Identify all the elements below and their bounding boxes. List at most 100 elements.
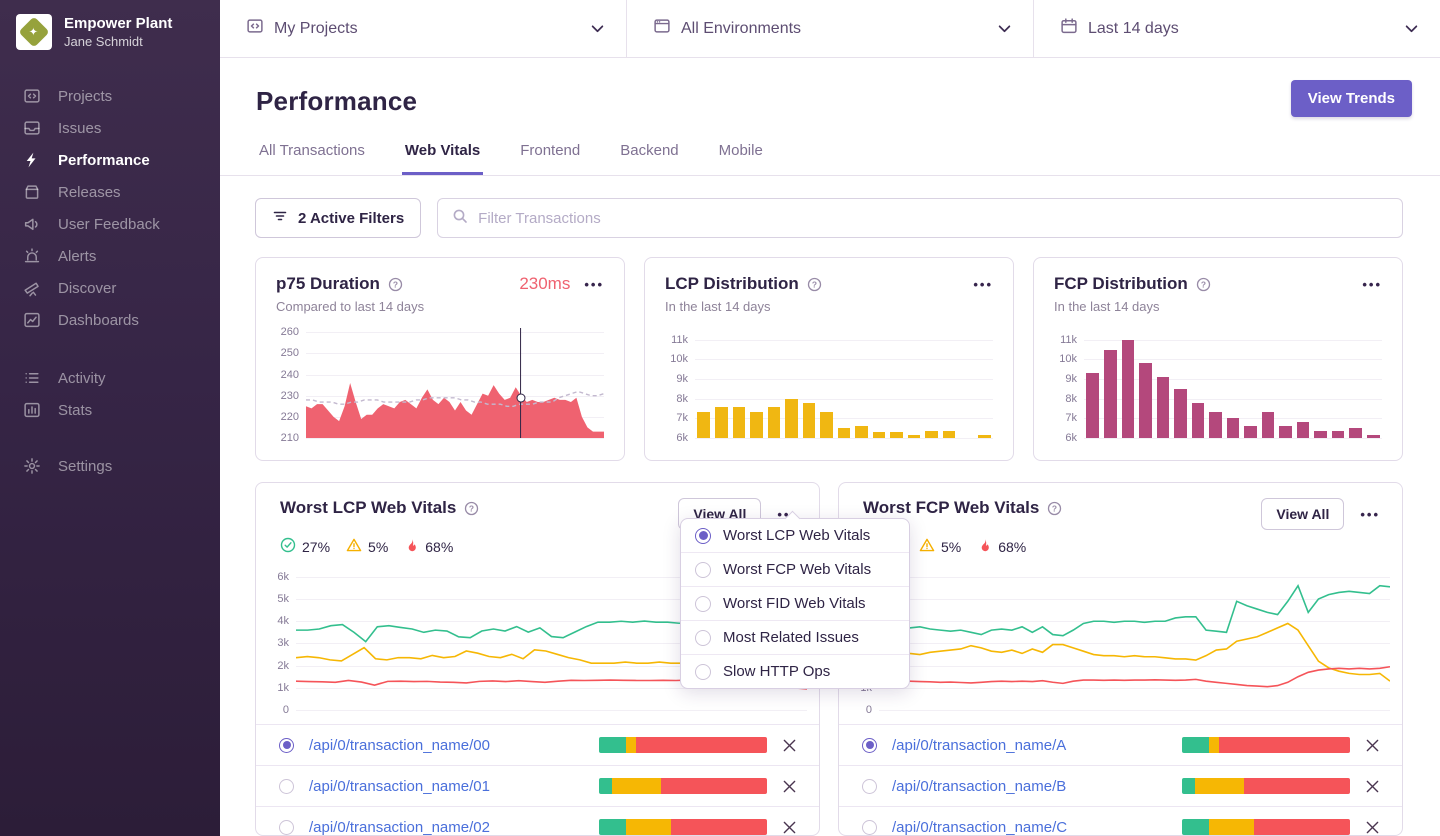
sidebar-item-performance[interactable]: Performance: [16, 144, 220, 176]
selector-last-14-days[interactable]: Last 14 days: [1033, 0, 1440, 57]
stat-warning-triangle: 5%: [919, 537, 961, 556]
org-switcher[interactable]: ✦ Empower Plant Jane Schmidt: [16, 14, 220, 50]
stat-value: 68%: [425, 538, 454, 555]
help-icon[interactable]: ?: [1196, 277, 1211, 292]
sidebar-item-issues[interactable]: Issues: [16, 112, 220, 144]
histogram-bar: [1279, 426, 1292, 438]
histogram-bar: [1226, 418, 1240, 438]
selector-all-environments[interactable]: All Environments: [626, 0, 1033, 57]
dropdown-item-worst-fid-web-vitals[interactable]: Worst FID Web Vitals: [681, 586, 909, 620]
sidebar-item-user-feedback[interactable]: User Feedback: [16, 208, 220, 240]
transaction-link[interactable]: /api/0/transaction_name/A: [892, 737, 1167, 754]
tab-mobile[interactable]: Mobile: [716, 142, 766, 175]
segment-good: [599, 778, 613, 794]
segment-poor: [1244, 778, 1350, 794]
transaction-link[interactable]: /api/0/transaction_name/02: [309, 819, 584, 836]
histogram-bar: [1366, 435, 1380, 438]
sidebar-item-label: Settings: [58, 457, 113, 475]
tab-web-vitals[interactable]: Web Vitals: [401, 142, 484, 175]
plot-area: [306, 328, 604, 439]
more-options-icon[interactable]: •••: [1360, 508, 1380, 521]
sidebar-item-label: Projects: [58, 87, 113, 105]
segment-meh: [1208, 737, 1219, 753]
sidebar-item-label: Stats: [58, 401, 93, 419]
sidebar-item-settings[interactable]: Settings: [16, 450, 220, 482]
dropdown-item-worst-lcp-web-vitals[interactable]: Worst LCP Web Vitals: [681, 519, 909, 552]
y-tick-label: 240: [280, 368, 299, 381]
card-subtitle: In the last 14 days: [1054, 299, 1160, 314]
row-radio[interactable]: [279, 778, 294, 794]
tab-frontend[interactable]: Frontend: [517, 142, 583, 175]
card-subtitle: Compared to last 14 days: [276, 299, 425, 314]
close-icon[interactable]: [1365, 779, 1380, 794]
sidebar-item-discover[interactable]: Discover: [16, 272, 220, 304]
sidebar-item-dashboards[interactable]: Dashboards: [16, 304, 220, 336]
dropdown-item-slow-http-ops[interactable]: Slow HTTP Ops: [681, 654, 909, 688]
close-icon[interactable]: [1365, 820, 1380, 835]
sidebar-nav-secondary: Activity Stats: [16, 362, 220, 426]
plot-area: [879, 568, 1390, 711]
sidebar-item-releases[interactable]: Releases: [16, 176, 220, 208]
more-options-icon[interactable]: •••: [584, 278, 604, 291]
dropdown-radio: [695, 629, 711, 646]
segment-meh: [1208, 819, 1255, 835]
row-radio[interactable]: [862, 737, 877, 753]
stat-check-circle: 27%: [280, 537, 330, 556]
dropdown-item-worst-fcp-web-vitals[interactable]: Worst FCP Web Vitals: [681, 552, 909, 586]
check-circle-icon: [280, 537, 296, 556]
sidebar-item-stats[interactable]: Stats: [16, 394, 220, 426]
more-options-icon[interactable]: •••: [1362, 278, 1382, 291]
close-icon[interactable]: [1365, 738, 1380, 753]
calendar-icon: [1060, 17, 1078, 40]
p75-duration-card: p75 Duration ? 230ms ••• Compared to las…: [255, 257, 625, 461]
close-icon[interactable]: [782, 820, 797, 835]
view-trends-button[interactable]: View Trends: [1290, 80, 1412, 117]
sidebar-item-alerts[interactable]: Alerts: [16, 240, 220, 272]
transaction-row: /api/0/transaction_name/02: [256, 806, 819, 836]
row-radio[interactable]: [279, 819, 294, 835]
tab-all-transactions[interactable]: All Transactions: [256, 142, 368, 175]
help-icon[interactable]: ?: [388, 277, 403, 292]
sidebar-item-label: Performance: [58, 151, 150, 169]
fcp-distribution-chart: 6k 7k 8k 9k 10k 11k: [1054, 328, 1382, 444]
close-icon[interactable]: [782, 779, 797, 794]
dropdown-radio: [695, 527, 711, 544]
transaction-link[interactable]: /api/0/transaction_name/C: [892, 819, 1167, 836]
help-icon[interactable]: ?: [807, 277, 822, 292]
view-all-button[interactable]: View All: [1261, 498, 1345, 530]
segment-good: [599, 819, 626, 835]
sidebar-item-projects[interactable]: Projects: [16, 80, 220, 112]
active-filters-button[interactable]: 2 Active Filters: [255, 198, 422, 238]
help-icon[interactable]: ?: [1047, 501, 1062, 516]
y-tick-label: 220: [280, 410, 299, 423]
row-radio[interactable]: [862, 778, 877, 794]
close-icon[interactable]: [782, 738, 797, 753]
y-axis: 0 1k 2k 3k 4k 5k 6k: [270, 568, 296, 716]
more-options-icon[interactable]: •••: [973, 278, 993, 291]
tab-backend[interactable]: Backend: [617, 142, 681, 175]
histogram-bar: [732, 406, 746, 438]
active-filters-label: 2 Active Filters: [298, 209, 405, 227]
selector-my-projects[interactable]: My Projects: [220, 0, 626, 57]
vitals-breakdown-bar: [599, 778, 767, 794]
transaction-link[interactable]: /api/0/transaction_name/00: [309, 737, 584, 754]
dashboards-icon: [23, 311, 41, 329]
y-tick-label: 0: [865, 704, 872, 716]
transaction-row: /api/0/transaction_name/C: [839, 806, 1402, 836]
vitals-breakdown-bar: [1182, 778, 1350, 794]
y-tick-label: 6k: [277, 570, 289, 583]
selector-label: My Projects: [274, 19, 358, 37]
help-icon[interactable]: ?: [464, 501, 479, 516]
card-subtitle: In the last 14 days: [665, 299, 771, 314]
search-input[interactable]: [478, 209, 1388, 227]
row-radio[interactable]: [279, 737, 294, 753]
gridline: [695, 359, 993, 361]
histogram-bar: [1103, 349, 1117, 438]
transaction-link[interactable]: /api/0/transaction_name/01: [309, 778, 584, 795]
dropdown-radio: [695, 663, 711, 680]
transaction-link[interactable]: /api/0/transaction_name/B: [892, 778, 1167, 795]
row-radio[interactable]: [862, 819, 877, 835]
dropdown-item-most-related-issues[interactable]: Most Related Issues: [681, 620, 909, 654]
sidebar-item-activity[interactable]: Activity: [16, 362, 220, 394]
transaction-row: /api/0/transaction_name/A: [839, 724, 1402, 765]
